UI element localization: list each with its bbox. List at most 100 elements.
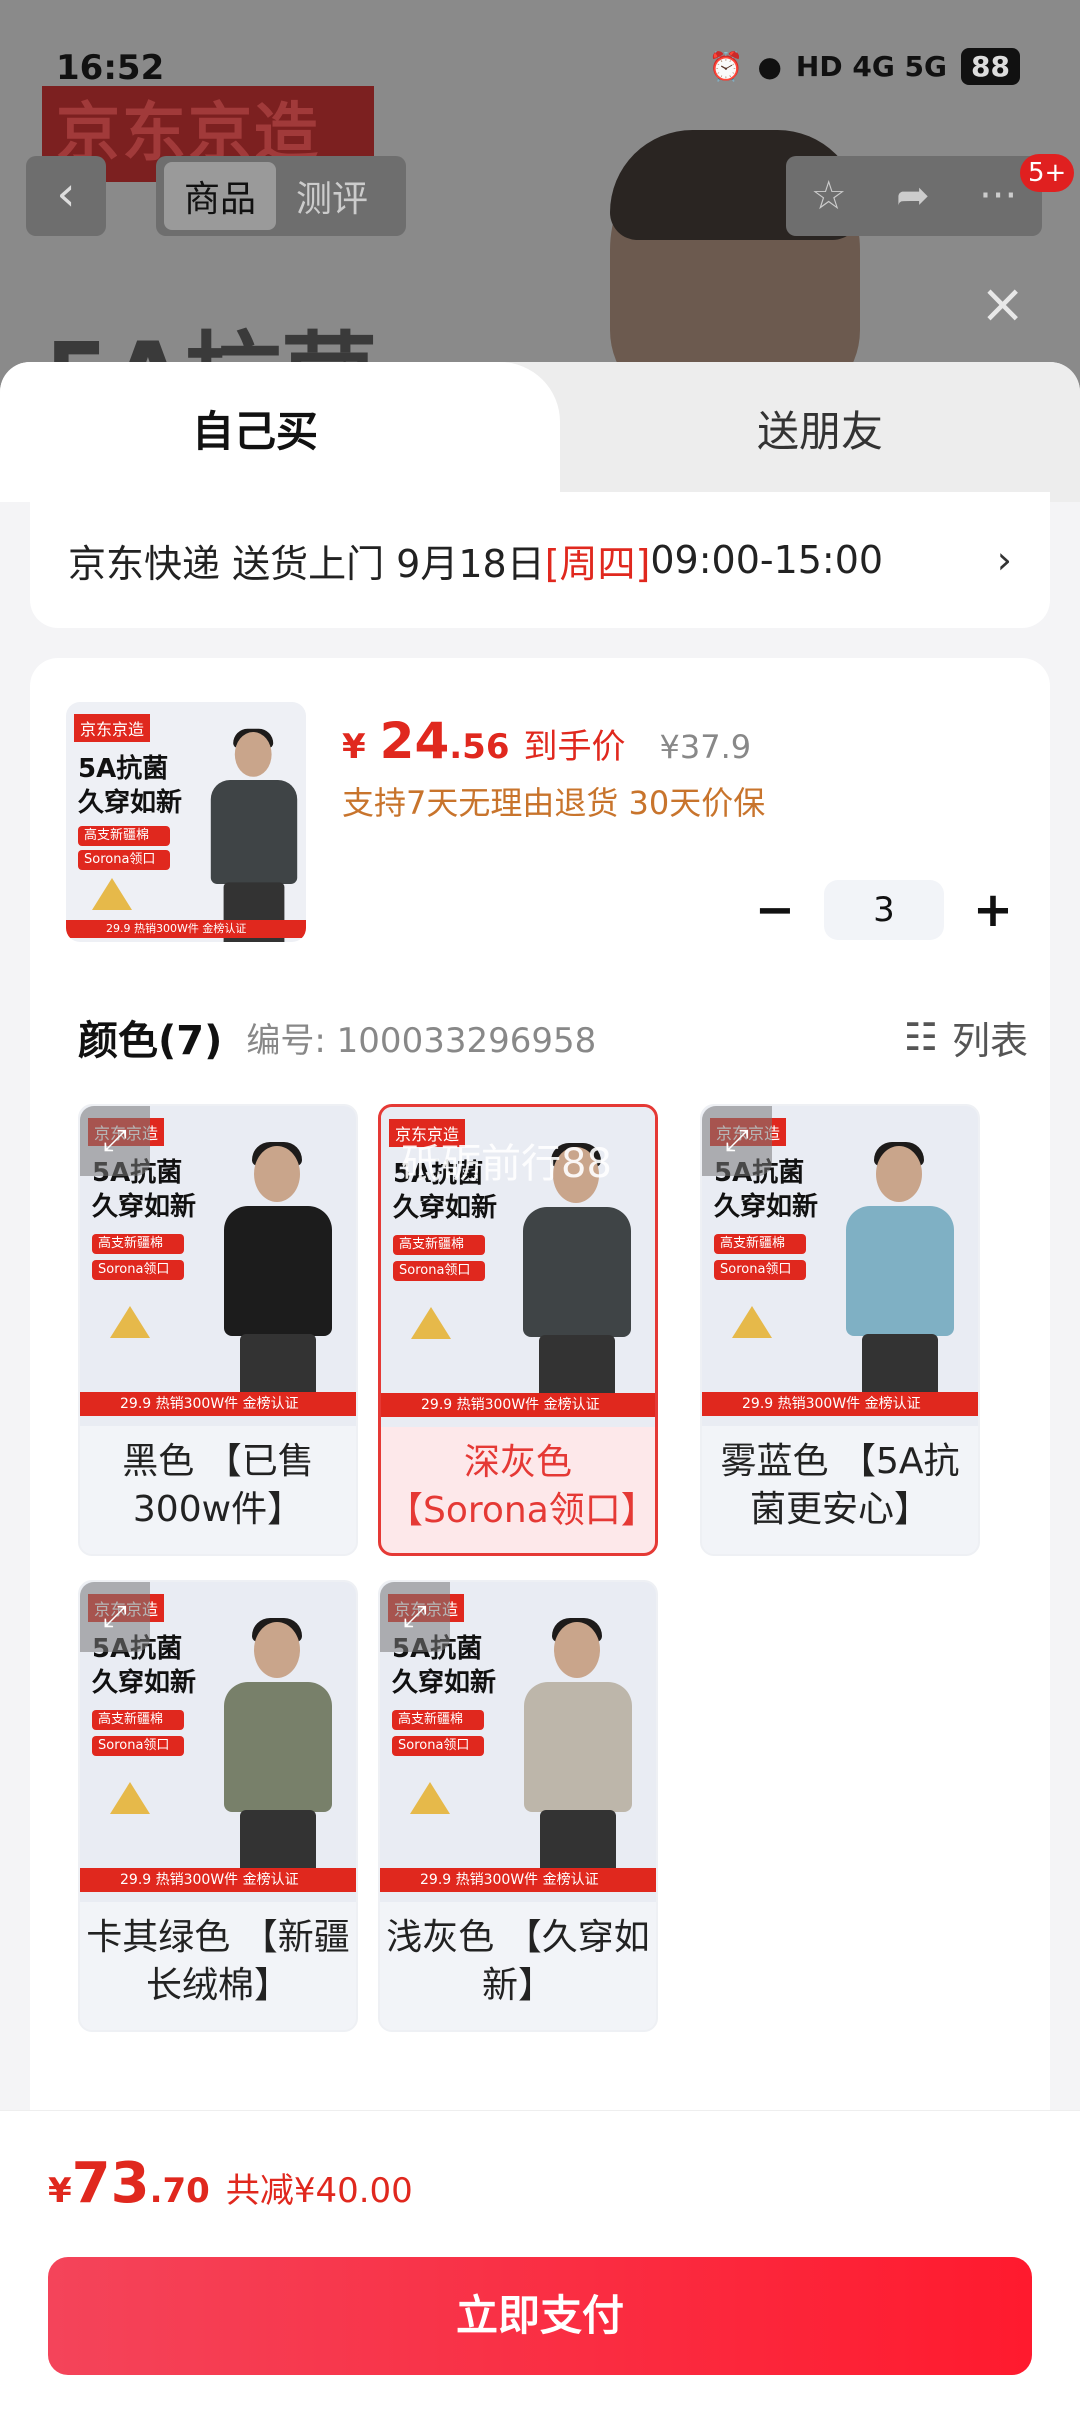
pay-now-button[interactable]: 立即支付 <box>48 2257 1032 2375</box>
swatch-image: 京东京造5A抗菌久穿如新高支新疆棉Sorona领口29.9 热销300W件 金榜… <box>80 1582 356 1902</box>
thumb-band: 29.9 热销300W件 金榜认证 <box>80 1392 356 1416</box>
location-icon: ● <box>757 50 782 83</box>
delivery-time: 09:00-15:00 <box>650 538 884 582</box>
color-label: 雾蓝色 【5A抗菌更安心】 <box>720 1441 960 1530</box>
return-policy: 支持7天无理由退货 30天价保 <box>342 784 766 822</box>
award-icon <box>410 1782 450 1814</box>
thumb-chip: Sorona领口 <box>92 1736 184 1756</box>
expand-icon[interactable]: ⤢ <box>80 1582 150 1652</box>
color-swatch[interactable]: 京东京造5A抗菌久穿如新高支新疆棉Sorona领口29.9 热销300W件 金榜… <box>78 1580 358 2032</box>
award-icon <box>110 1782 150 1814</box>
tab-gift[interactable]: 送朋友 <box>560 362 1080 502</box>
model-figure <box>518 1618 638 1892</box>
price-row: ¥ 24 .56 到手价 ¥37.9 <box>342 712 751 770</box>
network-indicator: HD 4G 5G <box>795 50 948 83</box>
thumb-chip: 高支新疆棉 <box>92 1710 184 1730</box>
award-icon <box>411 1307 451 1339</box>
thumb-chip: Sorona领口 <box>714 1260 806 1280</box>
list-view-toggle[interactable]: ☷ 列表 <box>904 1010 1028 1065</box>
purchase-mode-tabs: 送朋友 自己买 <box>0 362 1080 502</box>
page-tabs: 商品 测评 <box>156 156 406 236</box>
thumb-band: 29.9 热销300W件 金榜认证 <box>702 1392 978 1416</box>
swatch-image: 京东京造5A抗菌久穿如新高支新疆棉Sorona领口29.9 热销300W件 金榜… <box>380 1582 656 1902</box>
expand-icon[interactable]: ⤢ <box>380 1582 450 1652</box>
list-icon: ☷ <box>903 1015 938 1059</box>
color-label: 黑色 【已售300w件】 <box>122 1441 314 1530</box>
top-actions: ☆ ➦ ··· <box>786 156 1042 236</box>
original-price: ¥37.9 <box>659 728 752 766</box>
thumb-band: 29.9 热销300W件 金榜认证 <box>381 1393 655 1417</box>
color-swatch[interactable]: 京东京造5A抗菌久穿如新高支新疆棉Sorona领口29.9 热销300W件 金榜… <box>378 1580 658 2032</box>
tab-product[interactable]: 商品 <box>164 162 277 230</box>
total-currency: ¥ <box>48 2171 72 2211</box>
status-time: 16:52 <box>56 48 165 88</box>
swatch-image: 京东京造5A抗菌久穿如新高支新疆棉Sorona领口29.9 热销300W件 金榜… <box>80 1106 356 1426</box>
delivery-prefix: 京东快递 送货上门 9月18日 <box>68 541 545 586</box>
thumb-chip: Sorona领口 <box>78 850 170 870</box>
color-swatch[interactable]: 京东京造5A抗菌久穿如新高支新疆棉Sorona领口29.9 热销300W件 金榜… <box>78 1104 358 1556</box>
thumb-chip: 高支新疆棉 <box>92 1234 184 1254</box>
color-label: 浅灰色 【久穿如新】 <box>386 1917 650 2006</box>
award-icon <box>92 878 132 910</box>
list-label: 列表 <box>951 1018 1028 1063</box>
product-image: 京东京造 5A抗菌 久穿如新 高支新疆棉 Sorona领口 29.9 热销300W… <box>66 702 306 942</box>
notification-badge: 5+ <box>1020 154 1075 192</box>
close-icon[interactable]: × <box>980 272 1025 335</box>
thumb-chip: Sorona领口 <box>392 1736 484 1756</box>
increase-button[interactable]: + <box>968 882 1018 938</box>
color-section-header: 颜色(7) 编号: 100033296958 ☷ 列表 <box>78 1008 1028 1066</box>
watermark-text: 砥砺前行88 <box>401 1141 612 1187</box>
thumb-chip: 高支新疆棉 <box>392 1710 484 1730</box>
price-decimal: .56 <box>449 727 510 767</box>
swatch-image: 京东京造5A抗菌久穿如新高支新疆棉Sorona领口29.9 热销300W件 金榜… <box>702 1106 978 1426</box>
total-price: ¥ 73 .70 共减¥40.00 <box>48 2151 413 2216</box>
back-button[interactable]: ‹ <box>26 156 106 236</box>
quantity-input[interactable]: 3 <box>824 880 944 940</box>
favorite-star-icon[interactable]: ☆ <box>811 173 847 219</box>
model-figure <box>218 1618 338 1892</box>
expand-icon[interactable]: ⤢ <box>80 1106 150 1176</box>
thumb-band: 29.9 热销300W件 金榜认证 <box>80 1868 356 1892</box>
status-bar: 16:52 ⏰ ● HD 4G 5G 88 <box>0 0 1080 140</box>
delivery-weekday: [周四] <box>544 541 651 586</box>
price-integer: 24 <box>379 712 450 770</box>
share-icon[interactable]: ➦ <box>896 173 930 219</box>
more-menu-icon[interactable]: ··· <box>979 173 1017 219</box>
color-title: 颜色(7) <box>78 1018 223 1064</box>
thumb-chip: Sorona领口 <box>393 1261 485 1281</box>
thumb-headline: 5A抗菌久穿如新 <box>78 754 183 818</box>
product-thumbnail[interactable]: 京东京造 5A抗菌 久穿如新 高支新疆棉 Sorona领口 29.9 热销300W… <box>66 702 306 942</box>
swatch-image: 京东京造5A抗菌久穿如新高支新疆棉Sorona领口29.9 热销300W件 金榜… <box>381 1107 655 1427</box>
checkout-bar: ¥ 73 .70 共减¥40.00 立即支付 <box>0 2110 1080 2412</box>
thumb-chip: 高支新疆棉 <box>393 1235 485 1255</box>
color-label: 深灰色 【Sorona领口】 <box>387 1442 657 1531</box>
alarm-icon: ⏰ <box>708 50 744 83</box>
total-integer: 73 <box>71 2151 150 2216</box>
product-code: 编号: 100033296958 <box>246 1020 597 1061</box>
chevron-right-icon: › <box>996 538 1012 582</box>
price-currency: ¥ <box>342 727 366 767</box>
thumb-chip: Sorona领口 <box>92 1260 184 1280</box>
tab-self[interactable]: 自己买 <box>0 362 560 502</box>
model-figure <box>840 1142 960 1416</box>
color-label: 卡其绿色 【新疆长绒棉】 <box>86 1917 350 2006</box>
decrease-button[interactable]: − <box>750 882 800 938</box>
delivery-info-row[interactable]: 京东快递 送货上门 9月18日 [周四] 09:00-15:00 › <box>30 492 1050 628</box>
thumb-chip: 高支新疆棉 <box>714 1234 806 1254</box>
chevron-left-icon: ‹ <box>56 166 76 222</box>
tab-reviews[interactable]: 测评 <box>276 162 388 230</box>
purchase-sheet: 送朋友 自己买 京东快递 送货上门 9月18日 [周四] 09:00-15:00… <box>0 362 1080 2412</box>
thumb-chip: 高支新疆棉 <box>78 826 170 846</box>
thumb-band: 29.9 热销300W件 金榜认证 <box>66 920 306 938</box>
thumb-brand-tag: 京东京造 <box>74 714 151 742</box>
award-icon <box>110 1306 150 1338</box>
award-icon <box>732 1306 772 1338</box>
price-label: 到手价 <box>523 727 626 767</box>
expand-icon[interactable]: ⤢ <box>702 1106 772 1176</box>
battery-indicator: 88 <box>961 48 1020 85</box>
total-saving: 共减¥40.00 <box>225 2171 413 2211</box>
total-decimal: .70 <box>149 2171 210 2211</box>
color-swatch[interactable]: 京东京造5A抗菌久穿如新高支新疆棉Sorona领口29.9 热销300W件 金榜… <box>700 1104 980 1556</box>
color-swatch[interactable]: 京东京造5A抗菌久穿如新高支新疆棉Sorona领口29.9 热销300W件 金榜… <box>378 1104 658 1556</box>
thumb-band: 29.9 热销300W件 金榜认证 <box>380 1868 656 1892</box>
